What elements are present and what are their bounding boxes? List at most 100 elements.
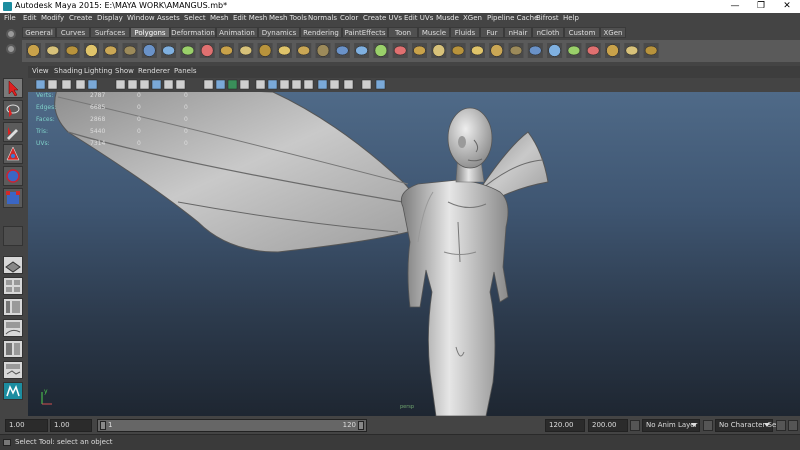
menu-create-uvs[interactable]: Create UVs [363, 14, 402, 22]
bevel-icon[interactable] [334, 43, 350, 58]
cylindrical-mapping-icon[interactable] [566, 43, 582, 58]
motion-blur-icon[interactable] [291, 79, 302, 90]
transfer-attributes-icon[interactable] [643, 43, 659, 58]
split-icon[interactable] [412, 43, 427, 58]
select-camera-icon[interactable] [35, 79, 46, 90]
four-view-layout-button[interactable] [3, 277, 23, 295]
tab-fluids[interactable]: Fluids [450, 27, 480, 38]
append-icon[interactable] [392, 43, 408, 58]
menu-mesh-tools[interactable]: Mesh Tools [269, 14, 307, 22]
menu-bifrost[interactable]: Bifrost [536, 14, 559, 22]
poly-torus-icon[interactable] [122, 43, 138, 58]
tab-toon[interactable]: Toon [388, 27, 418, 38]
tab-general[interactable]: General [22, 27, 56, 38]
textured-icon[interactable] [239, 79, 250, 90]
spherical-mapping-icon[interactable] [585, 43, 601, 58]
anim-layer-icon[interactable] [630, 420, 640, 431]
poly-cube-icon[interactable] [45, 43, 61, 58]
range-start-grip[interactable] [100, 421, 106, 430]
poly-prism-icon[interactable] [161, 43, 177, 58]
tab-nhair[interactable]: nHair [504, 27, 532, 38]
shelf-tabs-gear-icon[interactable] [6, 29, 16, 39]
average-vertices-icon[interactable] [315, 43, 331, 58]
preferences-button[interactable] [788, 420, 798, 431]
insert-edge-loop-icon[interactable] [431, 43, 447, 58]
poly-pipe-icon[interactable] [180, 43, 196, 58]
poly-pyramid-icon[interactable] [141, 43, 157, 58]
shadows-icon[interactable] [267, 79, 278, 90]
panel-menu-lighting[interactable]: Lighting [84, 67, 112, 75]
safe-action-icon[interactable] [163, 79, 174, 90]
character-body[interactable] [400, 107, 509, 416]
character-set-icon[interactable] [703, 420, 713, 431]
extract-icon[interactable] [257, 43, 273, 58]
tab-polygons[interactable]: Polygons [130, 27, 170, 38]
last-tool-slot[interactable] [3, 226, 23, 246]
tab-curves[interactable]: Curves [56, 27, 90, 38]
tab-xgen[interactable]: XGen [600, 27, 626, 38]
offset-edge-loop-icon[interactable] [450, 43, 466, 58]
xray-joints-icon[interactable] [361, 79, 372, 90]
playback-end-field[interactable]: 120.00 [545, 419, 585, 432]
tab-fur[interactable]: Fur [480, 27, 504, 38]
use-all-lights-icon[interactable] [255, 79, 266, 90]
bridge-icon[interactable] [354, 43, 370, 58]
maximize-button[interactable]: ❐ [748, 0, 774, 13]
rotate-tool-button[interactable] [3, 166, 23, 186]
panel-menu-shading[interactable]: Shading [54, 67, 82, 75]
maya-home-button[interactable] [3, 382, 23, 400]
character-set-dropdown[interactable]: No Character Set [715, 419, 779, 432]
bookmarks-icon[interactable] [61, 79, 72, 90]
auto-key-button[interactable] [776, 420, 786, 431]
select-tool-button[interactable] [3, 78, 23, 98]
poly-cylinder-icon[interactable] [64, 43, 80, 58]
image-plane-icon[interactable] [75, 79, 86, 90]
panel-menu-view[interactable]: View [32, 67, 49, 75]
menu-assets[interactable]: Assets [157, 14, 180, 22]
menu-window[interactable]: Window [127, 14, 155, 22]
animation-start-field[interactable]: 1.00 [5, 419, 48, 432]
wireframe-on-shaded-icon[interactable] [227, 79, 238, 90]
menu-display[interactable]: Display [97, 14, 123, 22]
smooth-shade-icon[interactable] [215, 79, 226, 90]
camera-attributes-icon[interactable] [47, 79, 58, 90]
poly-cone-icon[interactable] [83, 43, 99, 58]
poly-plane-icon[interactable] [103, 43, 119, 58]
panel-menu-show[interactable]: Show [115, 67, 134, 75]
paint-select-tool-button[interactable] [3, 122, 23, 142]
tab-rendering[interactable]: Rendering [300, 27, 342, 38]
tab-painteffects[interactable]: PaintEffects [342, 27, 388, 38]
animation-end-field[interactable]: 200.00 [588, 419, 628, 432]
close-button[interactable]: ✕ [774, 0, 800, 13]
persp-relationship-layout-button[interactable] [3, 361, 23, 379]
menu-edit-uvs[interactable]: Edit UVs [404, 14, 433, 22]
grid-icon[interactable] [87, 79, 98, 90]
field-chart-icon[interactable] [151, 79, 162, 90]
merge-icon[interactable] [469, 43, 485, 58]
persp-graph-layout-button[interactable] [3, 319, 23, 337]
menu-pipeline-cache[interactable]: Pipeline Cache [487, 14, 538, 22]
anim-layer-dropdown[interactable]: No Anim Layer [642, 419, 700, 432]
tab-custom[interactable]: Custom [564, 27, 600, 38]
menu-select[interactable]: Select [184, 14, 206, 22]
booleans-icon[interactable] [276, 43, 292, 58]
tab-surfaces[interactable]: Surfaces [90, 27, 130, 38]
resolution-gate-icon[interactable] [127, 79, 138, 90]
menu-edit-mesh[interactable]: Edit Mesh [233, 14, 267, 22]
lasso-tool-button[interactable] [3, 100, 23, 120]
separate-icon[interactable] [238, 43, 254, 58]
uv-editor-icon[interactable] [624, 43, 640, 58]
wedge-icon[interactable] [489, 43, 505, 58]
persp-hypershade-layout-button[interactable] [3, 340, 23, 358]
film-gate-icon[interactable] [115, 79, 126, 90]
smooth-icon[interactable] [296, 43, 312, 58]
automatic-mapping-icon[interactable] [605, 43, 620, 58]
screen-space-ao-icon[interactable] [279, 79, 290, 90]
panel-menu-panels[interactable]: Panels [174, 67, 197, 75]
menu-mesh[interactable]: Mesh [210, 14, 228, 22]
scale-tool-button[interactable] [3, 188, 23, 208]
range-end-grip[interactable] [358, 421, 364, 430]
tab-muscle[interactable]: Muscle [418, 27, 450, 38]
planar-mapping-icon[interactable] [547, 43, 563, 58]
shelf-menu-gear-icon[interactable] [6, 44, 16, 54]
